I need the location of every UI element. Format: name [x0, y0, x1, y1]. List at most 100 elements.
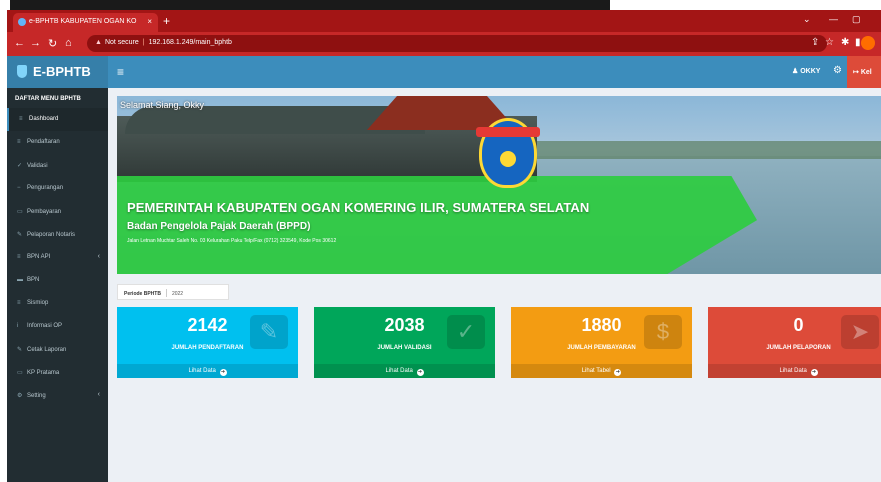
sidebar-item-icon: ▭	[17, 370, 23, 376]
sidebar-item-bpn[interactable]: ▬ BPN	[7, 269, 108, 292]
sidebar-item-icon: ≡	[17, 254, 21, 260]
stat-box-jumlah-pelaporan: 0 JUMLAH PELAPORAN ➤ Lihat Data ➜	[708, 307, 881, 378]
forward-icon[interactable]: →	[30, 37, 41, 49]
sidebar-menu: ≡ Dashboard ≡ Pendaftaran ✓ Validasi − Penguran…	[7, 108, 108, 407]
user-menu[interactable]: ♟ OKKY	[792, 67, 820, 75]
home-icon[interactable]: ⌂	[65, 37, 72, 49]
sidebar-item-setting[interactable]: ⚙ Setting ‹	[7, 384, 108, 407]
money-icon: $	[644, 315, 682, 349]
banner-address: Jalan Letnan Muchtar Saleh No. 03 Kelura…	[127, 238, 337, 244]
sidebar-item-pengurangan[interactable]: − Pengurangan	[7, 177, 108, 200]
emblem-sun	[500, 151, 516, 167]
url-text: 192.168.1.249/main_bphtb	[148, 39, 232, 46]
period-selector[interactable]: Periode BPHTB 2022	[117, 284, 229, 300]
regency-emblem-icon	[476, 118, 540, 188]
sidebar-item-label: BPN API	[27, 254, 51, 260]
main-content: Selamat Siang, Okky PEMERINTAH KABUPATEN…	[108, 88, 881, 482]
app-name: E-BPHTB	[33, 64, 91, 79]
share-settings-icon[interactable]: ⚙	[833, 65, 842, 76]
sidepanel-icon[interactable]: ▮	[855, 37, 861, 48]
url-input[interactable]: ▲ Not secure | 192.168.1.249/main_bphtb	[87, 35, 827, 52]
address-bar: ← → ↻ ⌂ ▲ Not secure | 192.168.1.249/main_b…	[7, 32, 881, 56]
sidebar-item-icon: ≡	[17, 139, 21, 145]
stat-box-jumlah-pendaftaran: 2142 JUMLAH PENDAFTARAN ✎ Lihat Data ➜	[117, 307, 298, 378]
sidebar: DAFTAR MENU BPHTB ≡ Dashboard ≡ Pendaftaran…	[7, 88, 108, 482]
warning-icon: ▲	[95, 39, 102, 46]
period-label: Periode BPHTB	[124, 291, 161, 297]
sidebar-item-pembayaran[interactable]: ▭ Pembayaran	[7, 200, 108, 223]
app-logo[interactable]: E-BPHTB	[7, 56, 108, 88]
back-icon[interactable]: ←	[14, 37, 25, 49]
stat-link[interactable]: Lihat Data ➜	[708, 364, 881, 378]
browser-tab[interactable]: e-BPHTB KABUPATEN OGAN KO ×	[13, 13, 158, 32]
reload-icon[interactable]: ↻	[48, 37, 57, 50]
arrow-circle-right-icon: ➜	[614, 369, 622, 376]
sidebar-item-icon: ▭	[17, 209, 23, 215]
user-name: OKKY	[800, 68, 821, 75]
sidebar-item-icon: ⚙	[17, 393, 23, 399]
tab-title: e-BPHTB KABUPATEN OGAN KO	[29, 18, 137, 25]
maximize-button[interactable]: ▢	[852, 14, 861, 25]
stat-link-label: Lihat Data	[385, 368, 413, 374]
chevron-left-icon: ‹	[97, 391, 100, 398]
sidebar-item-informasi-op[interactable]: i Informasi OP	[7, 315, 108, 338]
screen: e-BPHTB KABUPATEN OGAN KO × + ⌄ — ▢ ← → …	[0, 0, 881, 482]
sidebar-item-icon: ✎	[17, 232, 23, 238]
sidebar-item-dashboard[interactable]: ≡ Dashboard	[7, 108, 108, 131]
sidebar-item-label: Cetak Laporan	[27, 347, 67, 353]
welcome-banner: Selamat Siang, Okky PEMERINTAH KABUPATEN…	[117, 96, 881, 274]
sidebar-item-label: Sismiop	[27, 300, 49, 306]
sidebar-item-label: BPN	[27, 277, 40, 283]
sidebar-item-label: Pelaporan Notaris	[27, 232, 76, 238]
minimize-button[interactable]: —	[829, 14, 838, 24]
banner-title: PEMERINTAH KABUPATEN OGAN KOMERING ILIR,…	[127, 200, 590, 215]
tab-close-icon[interactable]: ×	[147, 17, 152, 26]
arrow-circle-right-icon: ➜	[810, 369, 818, 376]
sidebar-item-icon: ✓	[17, 163, 23, 169]
sidebar-item-sismiop[interactable]: ≡ Sismiop	[7, 292, 108, 315]
sidebar-item-label: KP Pratama	[27, 370, 60, 376]
url-separator: |	[142, 39, 145, 46]
sidebar-title: DAFTAR MENU BPHTB	[15, 96, 81, 102]
share-icon[interactable]: ⇪	[811, 37, 819, 48]
stat-box-jumlah-pembayaran: 1880 JUMLAH PEMBAYARAN $ Lihat Tabel ➜	[511, 307, 692, 378]
sidebar-item-cetak-laporan[interactable]: ✎ Cetak Laporan	[7, 338, 108, 361]
top-strip	[0, 0, 881, 10]
menu-toggle-button[interactable]: ≡	[117, 65, 124, 79]
top-bezel	[10, 0, 610, 10]
logout-button[interactable]: ↦ Kel	[847, 56, 881, 88]
bookmark-star-icon[interactable]: ☆	[825, 37, 834, 48]
period-divider	[165, 289, 167, 297]
sidebar-item-kp-pratama[interactable]: ▭ KP Pratama	[7, 361, 108, 384]
pencil-icon: ✎	[250, 315, 288, 349]
stat-link[interactable]: Lihat Tabel ➜	[511, 364, 692, 378]
logo-icon	[17, 65, 27, 78]
sidebar-item-icon: ≡	[17, 300, 21, 306]
chevron-left-icon: ‹	[97, 253, 100, 260]
emblem-ribbon	[476, 127, 540, 137]
new-tab-button[interactable]: +	[163, 14, 170, 28]
sidebar-item-validasi[interactable]: ✓ Validasi	[7, 154, 108, 177]
sidebar-item-label: Pengurangan	[27, 185, 64, 191]
extensions-icon[interactable]: ✱	[841, 37, 849, 48]
profile-avatar[interactable]	[861, 36, 875, 50]
send-icon: ➤	[841, 315, 879, 349]
stat-box-jumlah-validasi: 2038 JUMLAH VALIDASI ✓ Lihat Data ➜	[314, 307, 495, 378]
arrow-circle-right-icon: ➜	[219, 369, 227, 376]
greeting-text: Selamat Siang, Okky	[120, 100, 205, 110]
logout-label: Kel	[860, 69, 872, 76]
favicon-icon	[18, 18, 26, 26]
sidebar-item-icon: i	[17, 323, 19, 329]
sidebar-item-label: Pembayaran	[27, 209, 62, 215]
sidebar-item-bpn-api[interactable]: ≡ BPN API ‹	[7, 246, 108, 269]
stat-link[interactable]: Lihat Data ➜	[117, 364, 298, 378]
sidebar-item-pelaporan-notaris[interactable]: ✎ Pelaporan Notaris	[7, 223, 108, 246]
sidebar-item-pendaftaran[interactable]: ≡ Pendaftaran	[7, 131, 108, 154]
stat-link[interactable]: Lihat Data ➜	[314, 364, 495, 378]
sidebar-item-label: Pendaftaran	[27, 139, 60, 145]
sidebar-item-label: Setting	[27, 393, 46, 399]
tab-bar: e-BPHTB KABUPATEN OGAN KO × + ⌄ — ▢	[7, 10, 881, 32]
stat-link-label: Lihat Data	[779, 368, 807, 374]
sidebar-item-icon: ≡	[19, 116, 23, 122]
tab-search-icon[interactable]: ⌄	[803, 14, 811, 25]
